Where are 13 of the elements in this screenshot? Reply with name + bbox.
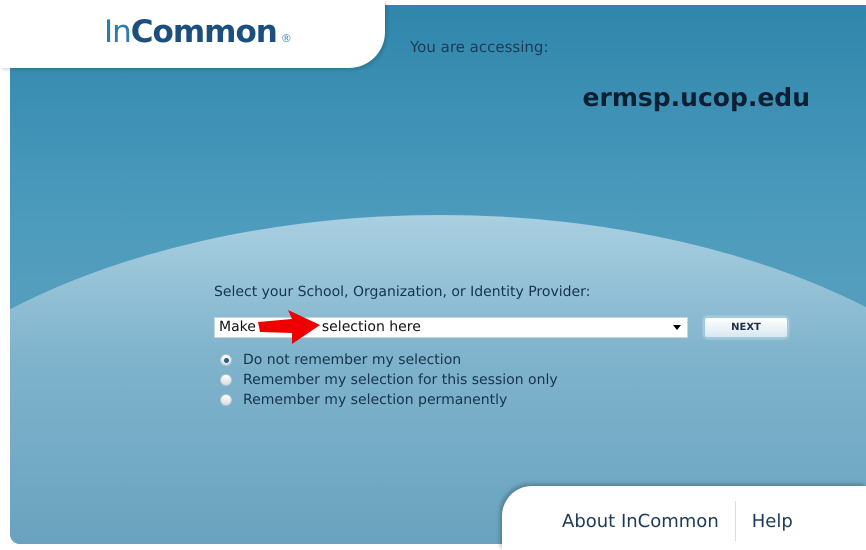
service-host: ermsp.ucop.edu [582,82,810,114]
provider-select[interactable]: Make selection here [214,317,688,338]
footer-link[interactable]: About InCommon [562,508,719,534]
accessing-label: You are accessing: [410,37,550,58]
form-label: Select your School, Organization, or Identity Provider: [214,283,592,302]
next-button[interactable]: NEXT [704,317,788,338]
radio-label: Remember my selection for this session only [243,370,558,390]
radio-label: Do not remember my selection [243,350,462,370]
radio-label: Remember my selection permanently [243,390,508,410]
caret-icon [673,325,681,330]
logo: InCommon® [104,13,291,52]
pointer-arrow [258,310,320,344]
footer-link[interactable]: Help [752,508,793,534]
